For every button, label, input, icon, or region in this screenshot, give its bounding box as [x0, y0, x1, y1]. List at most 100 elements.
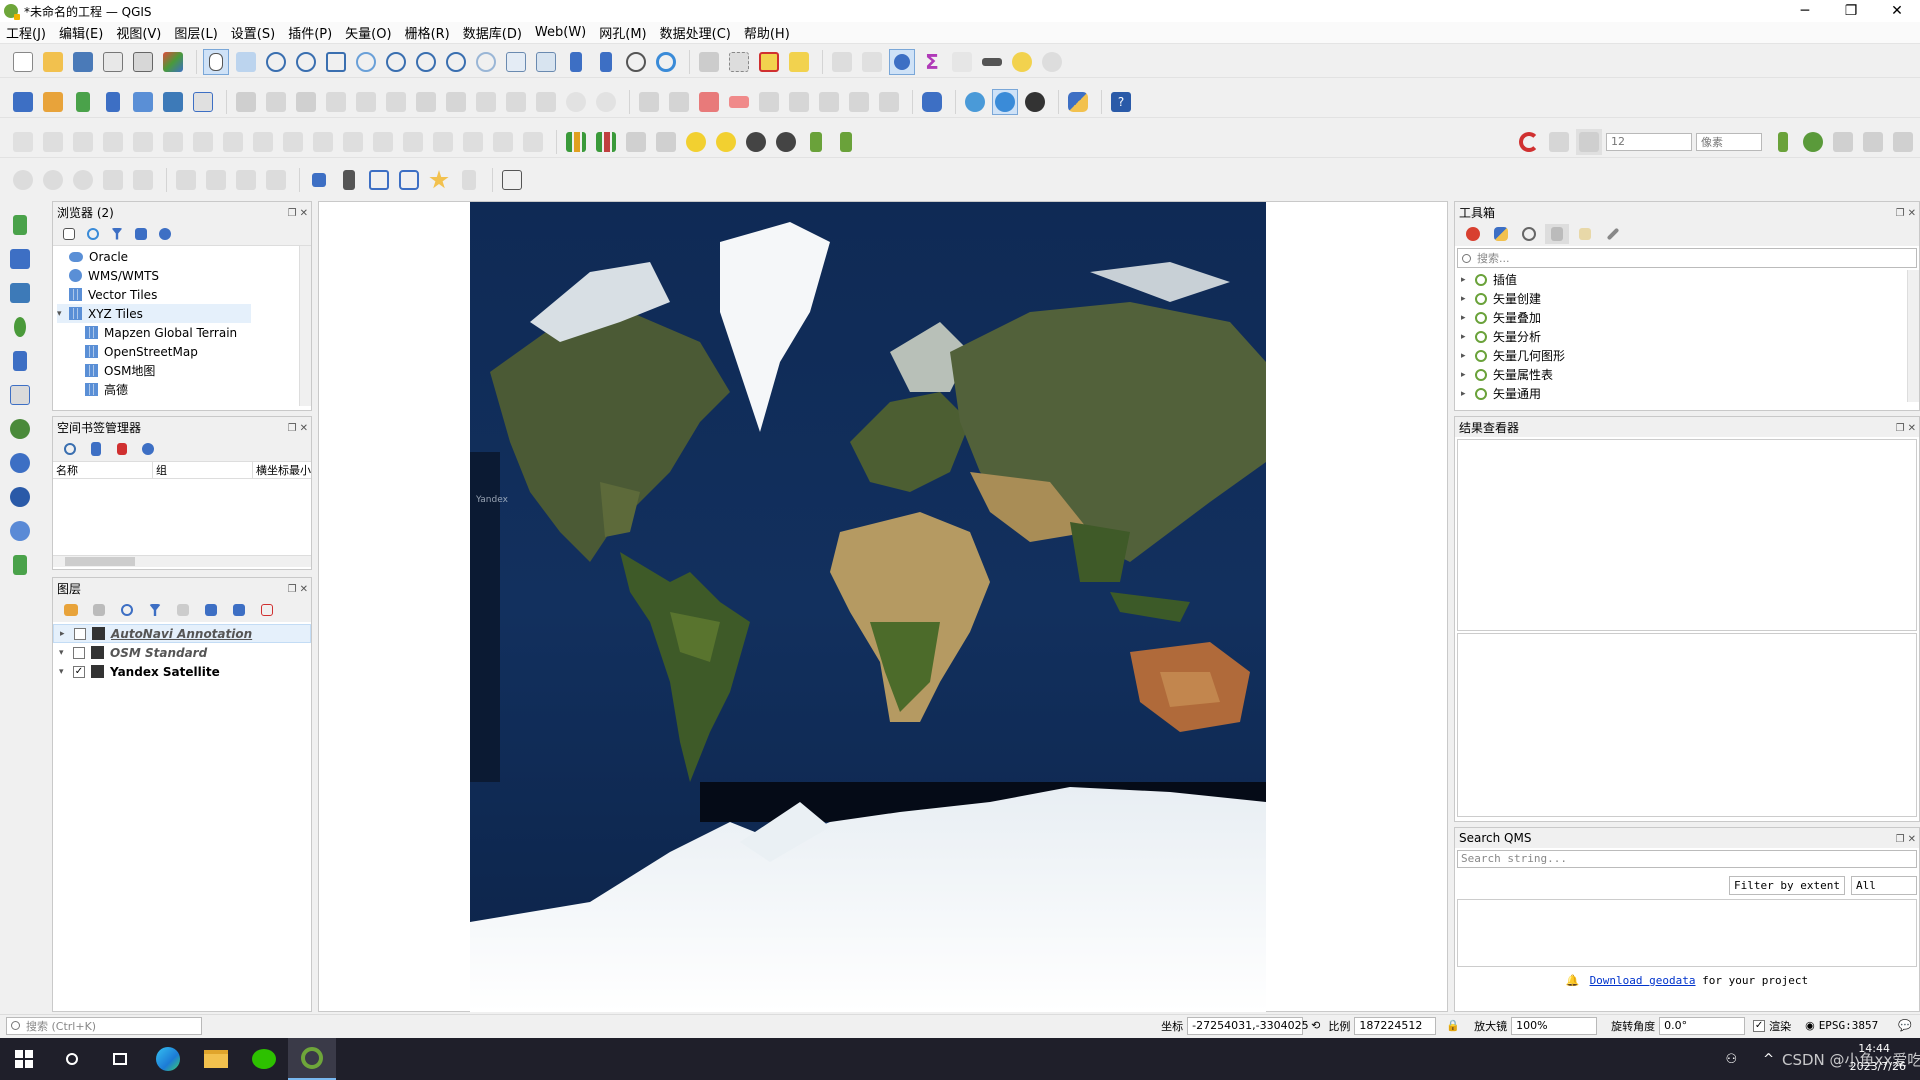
- share-bookmark-icon[interactable]: [137, 439, 159, 459]
- enable-snapping-icon[interactable]: [1516, 129, 1542, 155]
- menu-edit[interactable]: 编辑(E): [59, 23, 103, 42]
- add-selected-layers-icon[interactable]: [59, 224, 79, 244]
- zoom-next-icon[interactable]: [473, 49, 499, 75]
- close-panel-icon[interactable]: ✕: [1908, 208, 1916, 219]
- metasearch-icon[interactable]: [962, 89, 988, 115]
- float-panel-icon[interactable]: ❐: [1896, 208, 1905, 219]
- file-explorer-icon[interactable]: [192, 1038, 240, 1080]
- data-source-manager-icon[interactable]: [10, 89, 36, 115]
- menu-raster[interactable]: 栅格(R): [405, 23, 450, 42]
- add-bookmark-icon[interactable]: [85, 439, 107, 459]
- mesh-edit-icon[interactable]: [263, 167, 289, 193]
- decrease-gamma-icon[interactable]: [833, 129, 859, 155]
- snap-unit-select[interactable]: 像素: [1696, 132, 1762, 151]
- add-group-icon[interactable]: [87, 600, 111, 620]
- people-icon[interactable]: ⚇: [1725, 1052, 1737, 1067]
- undo-icon[interactable]: [563, 89, 589, 115]
- measure-line-icon[interactable]: [979, 49, 1005, 75]
- menu-view[interactable]: 视图(V): [116, 23, 161, 42]
- toolbox-item-interpolation[interactable]: ▸ 插值: [1461, 270, 1919, 289]
- new-print-layout-icon[interactable]: [100, 49, 126, 75]
- abc-label-icon[interactable]: [726, 89, 752, 115]
- attribute-form-icon[interactable]: [949, 49, 975, 75]
- show-bookmarks-icon[interactable]: [593, 49, 619, 75]
- download-geodata-link[interactable]: Download geodata: [1590, 974, 1696, 987]
- vertex-tool-icon[interactable]: [383, 89, 409, 115]
- zoom-in-icon[interactable]: [263, 49, 289, 75]
- float-panel-icon[interactable]: ❐: [288, 208, 297, 219]
- browser-item-gaode[interactable]: 高德: [57, 380, 311, 399]
- add-virtual-icon[interactable]: [7, 382, 33, 408]
- expand-arrow-icon[interactable]: ▾: [59, 667, 73, 677]
- edge-icon[interactable]: [144, 1038, 192, 1080]
- shape-digitize-icon[interactable]: [10, 167, 36, 193]
- merge-features-icon[interactable]: [460, 129, 486, 155]
- filter-browser-icon[interactable]: [107, 224, 127, 244]
- mesh-digitize-icon[interactable]: [203, 167, 229, 193]
- history-icon[interactable]: [1517, 224, 1541, 244]
- save-layer-edits-icon[interactable]: [293, 89, 319, 115]
- browser-item-mapzen[interactable]: Mapzen Global Terrain: [57, 323, 311, 342]
- messages-icon[interactable]: 💬: [1898, 1019, 1912, 1032]
- self-snapping-icon[interactable]: [1830, 129, 1856, 155]
- select-features-icon[interactable]: [726, 49, 752, 75]
- rotate-point-symbols-icon[interactable]: [520, 129, 546, 155]
- collapse-all-layers-icon[interactable]: [227, 600, 251, 620]
- menu-plugins[interactable]: 插件(P): [288, 23, 332, 42]
- snap-tolerance-input[interactable]: 12: [1606, 132, 1692, 151]
- save-project-icon[interactable]: [70, 49, 96, 75]
- filter-expression-icon[interactable]: [171, 600, 195, 620]
- layout-manager-icon[interactable]: [130, 49, 156, 75]
- start-icon[interactable]: [0, 1038, 48, 1080]
- search-icon[interactable]: [48, 1038, 96, 1080]
- menu-processing[interactable]: 数据处理(C): [660, 23, 731, 42]
- copy-features-icon[interactable]: [503, 89, 529, 115]
- new-bookmark-icon[interactable]: [563, 49, 589, 75]
- split-parts-icon[interactable]: [430, 129, 456, 155]
- paste-features-icon[interactable]: [533, 89, 559, 115]
- add-postgis-icon[interactable]: [7, 348, 33, 374]
- pan-map-icon[interactable]: [203, 48, 229, 75]
- reshape-features-icon[interactable]: [280, 129, 306, 155]
- pan-to-selection-icon[interactable]: [233, 49, 259, 75]
- reverse-line-icon[interactable]: [340, 129, 366, 155]
- move-label-icon[interactable]: [816, 89, 842, 115]
- refresh-browser-icon[interactable]: [83, 224, 103, 244]
- rotate-label-icon[interactable]: [846, 89, 872, 115]
- browser-item-oracle[interactable]: Oracle: [57, 247, 311, 266]
- layer-item-osm-standard[interactable]: ▾ OSM Standard: [53, 643, 311, 662]
- digitize-line-icon[interactable]: [323, 89, 349, 115]
- redo-icon[interactable]: [593, 89, 619, 115]
- rectangle-digitize-icon[interactable]: [100, 167, 126, 193]
- add-raster-layer-icon[interactable]: [130, 89, 156, 115]
- decrease-contrast-icon[interactable]: [773, 129, 799, 155]
- toolbox-item-vector-overlay[interactable]: ▸ 矢量叠加: [1461, 308, 1919, 327]
- menu-layer[interactable]: 图层(L): [174, 23, 217, 42]
- snapping-mode-icon[interactable]: [1546, 129, 1572, 155]
- statistical-summary-icon[interactable]: Σ: [919, 49, 945, 75]
- toggle-extents-icon[interactable]: ⟲: [1311, 1019, 1320, 1032]
- lock-scale-icon[interactable]: 🔒: [1446, 1019, 1460, 1032]
- map-tips-icon[interactable]: [1009, 49, 1035, 75]
- zoom-to-selection-icon[interactable]: [353, 49, 379, 75]
- qms-add-icon[interactable]: [1022, 89, 1048, 115]
- style-manager-icon[interactable]: [160, 49, 186, 75]
- close-panel-icon[interactable]: ✕: [1908, 423, 1916, 434]
- close-panel-icon[interactable]: ✕: [300, 208, 308, 219]
- minimize-button[interactable]: ─: [1782, 0, 1828, 22]
- modify-attributes-icon[interactable]: [413, 89, 439, 115]
- offset-curve-icon[interactable]: [310, 129, 336, 155]
- diagram-icon[interactable]: [666, 89, 692, 115]
- add-virtual-layer-icon[interactable]: [190, 89, 216, 115]
- increase-gamma-icon[interactable]: [803, 129, 829, 155]
- decrease-brightness-icon[interactable]: [713, 129, 739, 155]
- circle-digitize-icon[interactable]: [40, 167, 66, 193]
- expand-all-icon[interactable]: [199, 600, 223, 620]
- menu-web[interactable]: Web(W): [535, 25, 586, 40]
- menu-help[interactable]: 帮助(H): [744, 23, 790, 42]
- increase-brightness-icon[interactable]: [683, 129, 709, 155]
- current-edits-icon[interactable]: [233, 89, 259, 115]
- clock-date[interactable]: 2023/7/26: [1850, 1060, 1906, 1073]
- expand-arrow-icon[interactable]: ▸: [60, 629, 74, 639]
- column-name[interactable]: 名称: [53, 462, 153, 478]
